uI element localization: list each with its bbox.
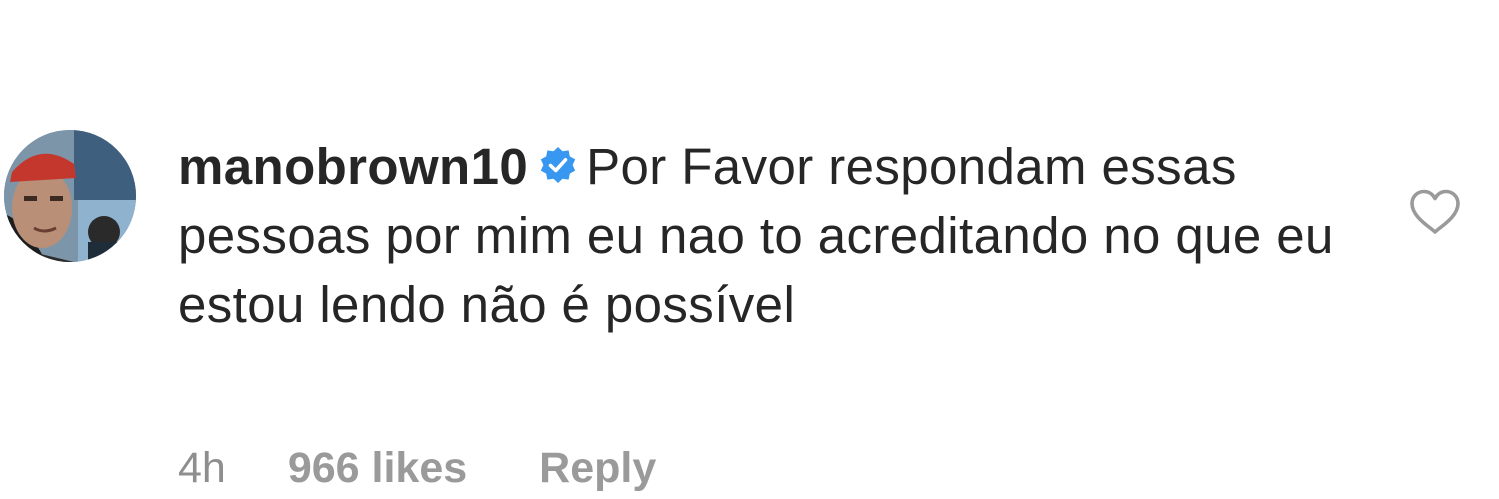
avatar-image	[4, 130, 136, 262]
comment-meta: 4h 966 likes Reply	[178, 440, 656, 496]
reply-button[interactable]: Reply	[539, 440, 656, 496]
likes-count[interactable]: 966 likes	[288, 440, 467, 496]
comment-body: manobrown10 Por Favor respondam essas pes…	[178, 132, 1358, 339]
verified-badge-icon	[538, 146, 578, 186]
comment-item: manobrown10 Por Favor respondam essas pes…	[0, 0, 1499, 499]
avatar[interactable]	[4, 130, 136, 262]
heart-outline-icon[interactable]	[1408, 188, 1462, 236]
username-link[interactable]: manobrown10	[178, 138, 528, 195]
comment-timestamp[interactable]: 4h	[178, 440, 226, 496]
